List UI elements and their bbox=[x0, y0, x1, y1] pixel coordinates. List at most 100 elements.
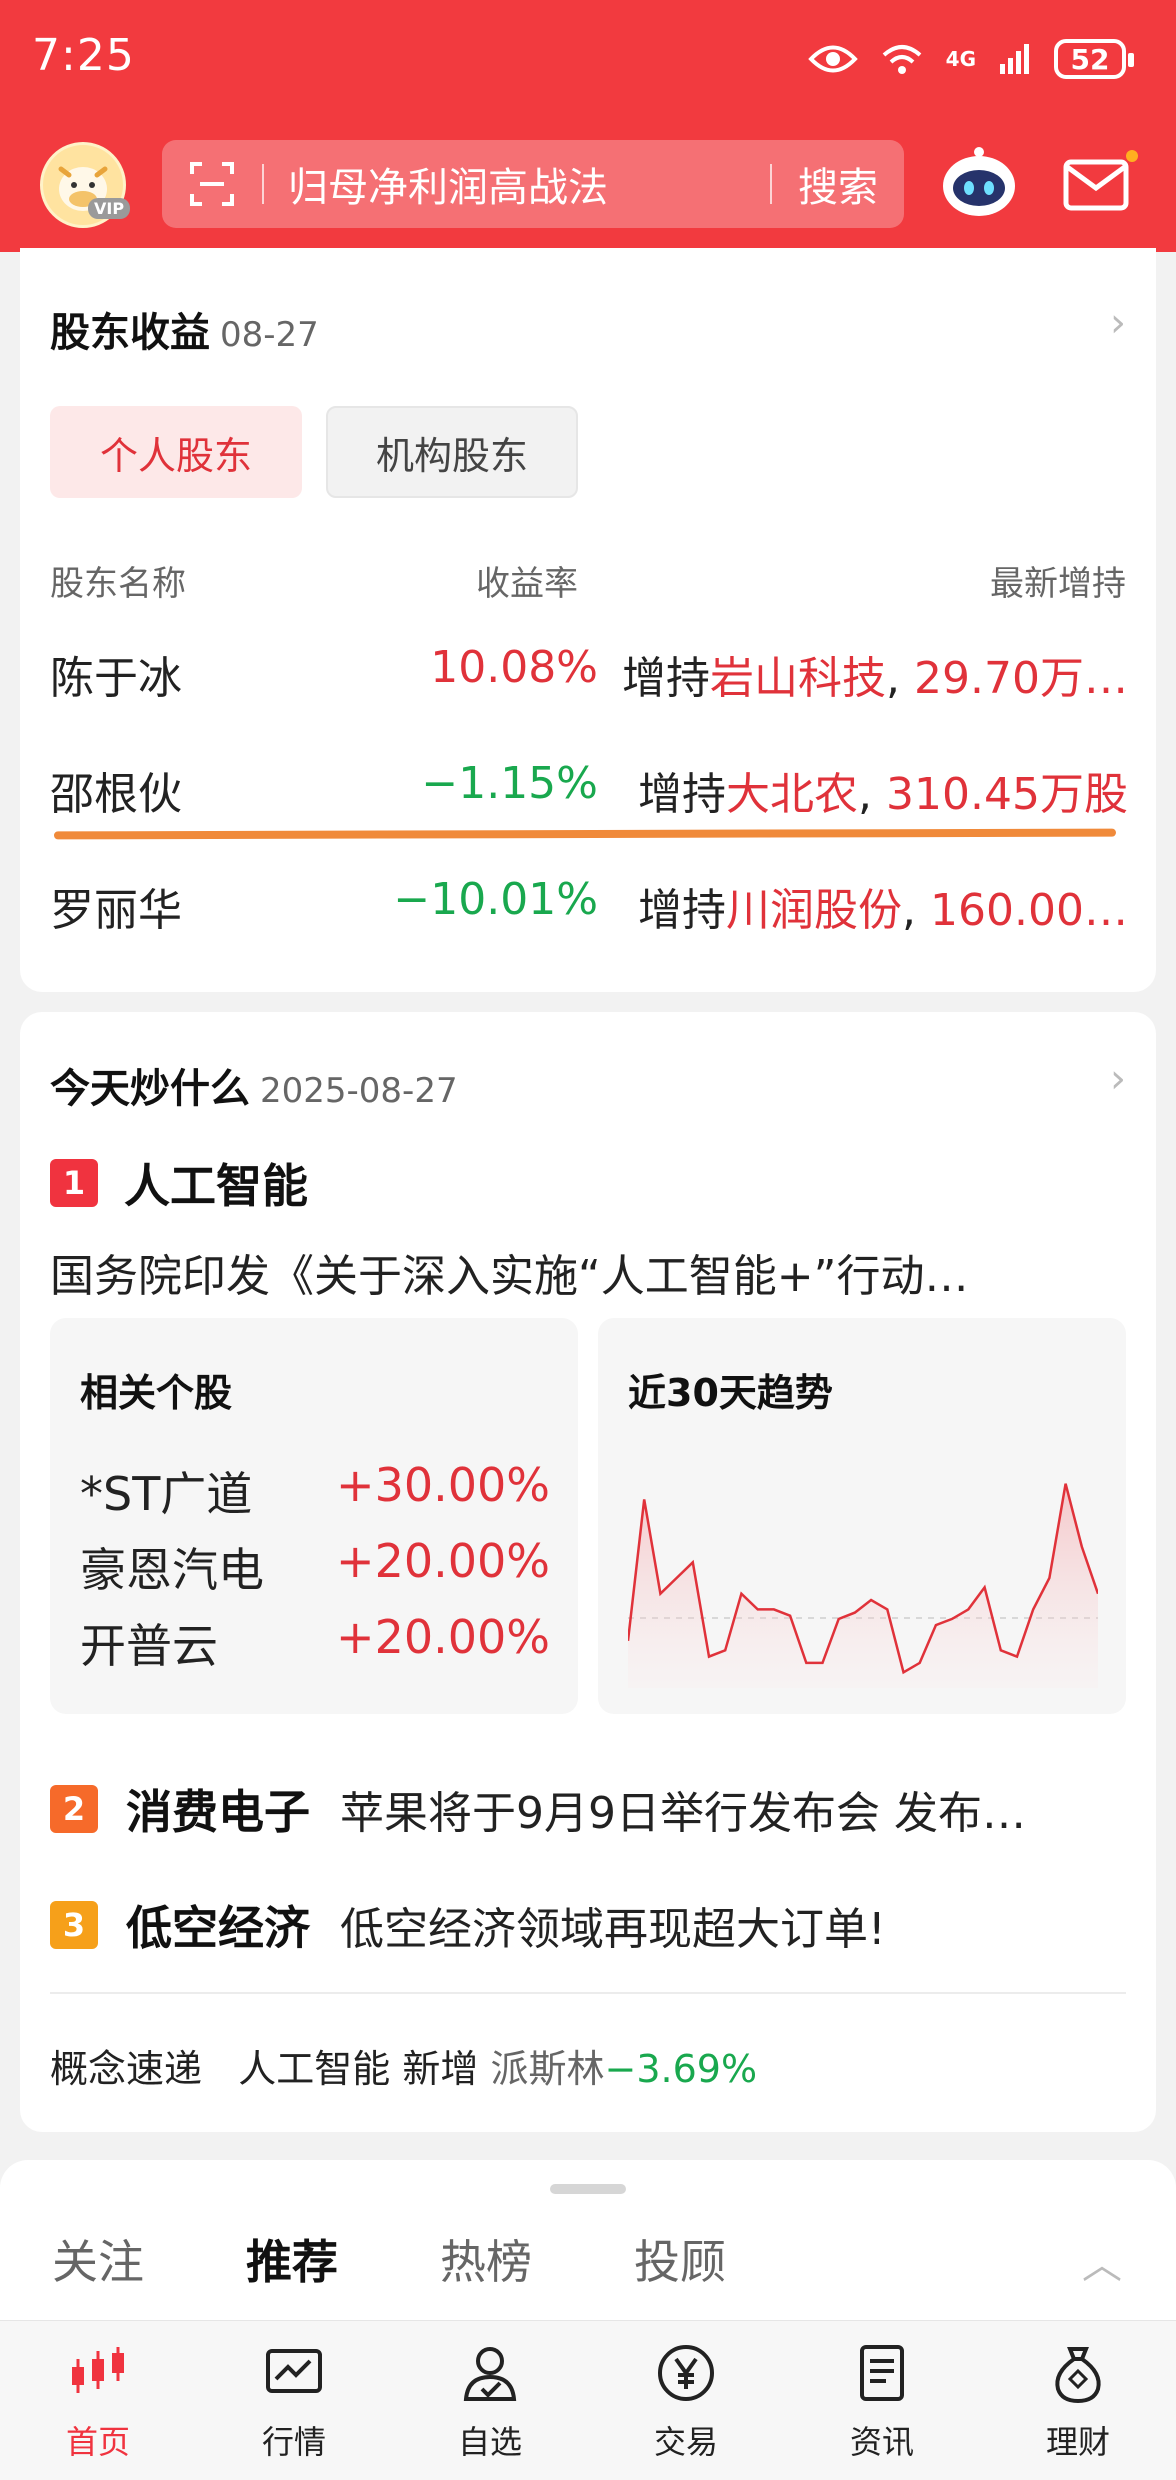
tab-institutional-shareholder[interactable]: 机构股东 bbox=[326, 406, 578, 498]
user-check-icon bbox=[463, 2347, 517, 2401]
scan-icon[interactable] bbox=[162, 140, 262, 228]
stock-link[interactable]: 岩山科技 bbox=[710, 653, 886, 704]
concept-topic: 人工智能 bbox=[238, 2047, 391, 2091]
card-date: 08-27 bbox=[220, 315, 319, 355]
shareholder-row[interactable]: 陈于冰 10.08% 增持岩山科技, 29.70万… bbox=[50, 628, 1128, 718]
amount-text: 160.00… bbox=[930, 885, 1128, 936]
wifi-icon bbox=[882, 45, 921, 74]
eye-icon bbox=[807, 45, 858, 73]
panel-title: 相关个股 bbox=[80, 1371, 233, 1415]
action-text: 增持 bbox=[638, 769, 727, 820]
action-text: 增持 bbox=[638, 885, 727, 936]
card-date: 2025-08-27 bbox=[260, 1071, 458, 1111]
shareholder-rate: −10.01% bbox=[393, 874, 598, 925]
amount-text: 310.45万股 bbox=[886, 769, 1128, 820]
network-label: 4G bbox=[945, 47, 976, 71]
mail-icon[interactable] bbox=[1060, 148, 1140, 218]
panel-title: 近30天趋势 bbox=[628, 1371, 833, 1415]
shareholder-rate: −1.15% bbox=[421, 758, 598, 809]
topic-name: 人工智能 bbox=[124, 1159, 308, 1213]
tab-recommend[interactable]: 推荐 bbox=[246, 2226, 338, 2292]
topic-name: 消费电子 bbox=[126, 1785, 310, 1839]
concept-ticker[interactable]: 概念速递 人工智能 新增 派斯林−3.69% bbox=[50, 2038, 757, 2093]
battery-icon: 52 bbox=[1054, 39, 1134, 79]
search-bar[interactable]: 归母净利润高战法 搜索 bbox=[162, 140, 904, 228]
clock: 7:25 bbox=[32, 30, 135, 81]
nav-label: 自选 bbox=[457, 2423, 522, 2461]
chevron-right-icon[interactable]: › bbox=[1110, 300, 1126, 346]
money-bag-icon bbox=[1055, 2347, 1101, 2404]
search-button[interactable]: 搜索 bbox=[772, 155, 904, 213]
amount-text: 29.70万… bbox=[914, 653, 1128, 704]
chevron-right-icon[interactable]: › bbox=[1110, 1056, 1126, 1102]
robot-assistant-icon[interactable] bbox=[938, 142, 1020, 224]
nav-label: 交易 bbox=[653, 2423, 718, 2461]
tab-follow[interactable]: 关注 bbox=[52, 2226, 144, 2292]
related-stocks-panel[interactable]: 相关个股 *ST广道 +30.00% 豪恩汽电 +20.00% 开普云 +20.… bbox=[50, 1318, 578, 1714]
chart-window-icon bbox=[266, 2349, 322, 2393]
shareholder-rate: 10.08% bbox=[430, 642, 598, 693]
topic-row[interactable]: 3 低空经济 低空经济领域再现超大订单! bbox=[50, 1892, 1126, 1958]
column-header-latest: 最新增持 bbox=[990, 564, 1126, 604]
tab-individual-shareholder[interactable]: 个人股东 bbox=[50, 406, 302, 498]
nav-label: 行情 bbox=[261, 2423, 326, 2461]
nav-market[interactable]: 行情 bbox=[224, 2341, 364, 2463]
topic-description[interactable]: 国务院印发《关于深入实施“人工智能+”行动… bbox=[50, 1240, 1110, 1304]
signal-icon bbox=[1000, 44, 1029, 74]
stock-name: *ST广道 bbox=[80, 1467, 253, 1521]
status-bar: 7:25 4G 52 bbox=[0, 0, 1176, 120]
column-header-rate: 收益率 bbox=[476, 564, 578, 604]
nav-news[interactable]: 资讯 bbox=[812, 2341, 952, 2463]
vip-badge: VIP bbox=[88, 198, 131, 219]
drag-handle[interactable] bbox=[550, 2184, 626, 2194]
nav-label: 理财 bbox=[1045, 2423, 1110, 2461]
concept-stock: 派斯林 bbox=[490, 2047, 605, 2091]
tab-hot[interactable]: 热榜 bbox=[440, 2226, 532, 2292]
column-header-name: 股东名称 bbox=[50, 564, 186, 604]
shareholder-name: 邵根伙 bbox=[50, 769, 182, 820]
concept-change: −3.69% bbox=[604, 2047, 758, 2091]
trend-chart bbox=[628, 1483, 1098, 1688]
chevron-up-icon[interactable]: ︿ bbox=[1082, 2232, 1122, 2290]
topic-heading[interactable]: 1 人工智能 bbox=[50, 1150, 308, 1216]
rank-badge: 1 bbox=[50, 1159, 98, 1207]
concept-label: 概念速递 bbox=[50, 2047, 203, 2091]
document-icon bbox=[860, 2345, 904, 2401]
stock-link[interactable]: 川润股份 bbox=[726, 885, 902, 936]
shareholder-latest: 增持大北农, 310.45万股 bbox=[638, 769, 1128, 820]
highlight-underline bbox=[53, 828, 1117, 840]
nav-label: 首页 bbox=[65, 2423, 130, 2461]
shareholder-card[interactable]: 股东收益 08-27 › 个人股东 机构股东 股东名称 收益率 最新增持 陈于冰 … bbox=[20, 248, 1156, 992]
trend-area bbox=[628, 1483, 1098, 1688]
divider bbox=[50, 1992, 1126, 1994]
candlestick-icon bbox=[72, 2347, 124, 2393]
topic-description: 苹果将于9月9日举行发布会 发布… bbox=[340, 1788, 1026, 1839]
rank-badge: 2 bbox=[50, 1785, 98, 1833]
nav-trade[interactable]: 交易 bbox=[616, 2341, 756, 2463]
bottom-nav: 首页 行情 自选 交易 资讯 理财 bbox=[0, 2320, 1176, 2480]
app-header: 7:25 4G 52 VIP 归母净利润高战法 搜索 bbox=[0, 0, 1176, 252]
topic-description: 低空经济领域再现超大订单! bbox=[340, 1904, 886, 1955]
trend-panel[interactable]: 近30天趋势 bbox=[598, 1318, 1126, 1714]
card-title: 今天炒什么 2025-08-27 bbox=[50, 1056, 458, 1114]
topic-name: 低空经济 bbox=[126, 1901, 310, 1955]
shareholder-row[interactable]: 罗丽华 −10.01% 增持川润股份, 160.00… bbox=[50, 860, 1128, 950]
shareholder-name: 陈于冰 bbox=[50, 653, 182, 704]
shareholder-row[interactable]: 邵根伙 −1.15% 增持大北农, 310.45万股 bbox=[50, 744, 1128, 834]
search-input[interactable]: 归母净利润高战法 bbox=[264, 155, 770, 213]
stock-change: +20.00% bbox=[336, 1610, 550, 1664]
concept-action: 新增 bbox=[402, 2047, 479, 2091]
card-title-text: 今天炒什么 bbox=[50, 1066, 250, 1112]
nav-wealth[interactable]: 理财 bbox=[1008, 2341, 1148, 2463]
stock-link[interactable]: 大北农 bbox=[726, 769, 858, 820]
status-icons: 4G 52 bbox=[807, 34, 1134, 84]
shareholder-latest: 增持岩山科技, 29.70万… bbox=[622, 653, 1128, 704]
tab-advisor[interactable]: 投顾 bbox=[634, 2226, 726, 2292]
nav-home[interactable]: 首页 bbox=[28, 2341, 168, 2463]
topic-row[interactable]: 2 消费电子 苹果将于9月9日举行发布会 发布… bbox=[50, 1776, 1126, 1842]
card-title: 股东收益 08-27 bbox=[50, 300, 319, 358]
stock-name: 豪恩汽电 bbox=[80, 1543, 264, 1597]
rank-badge: 3 bbox=[50, 1901, 98, 1949]
today-topics-card[interactable]: 今天炒什么 2025-08-27 › 1 人工智能 国务院印发《关于深入实施“人工… bbox=[20, 1012, 1156, 2132]
nav-watchlist[interactable]: 自选 bbox=[420, 2341, 560, 2463]
